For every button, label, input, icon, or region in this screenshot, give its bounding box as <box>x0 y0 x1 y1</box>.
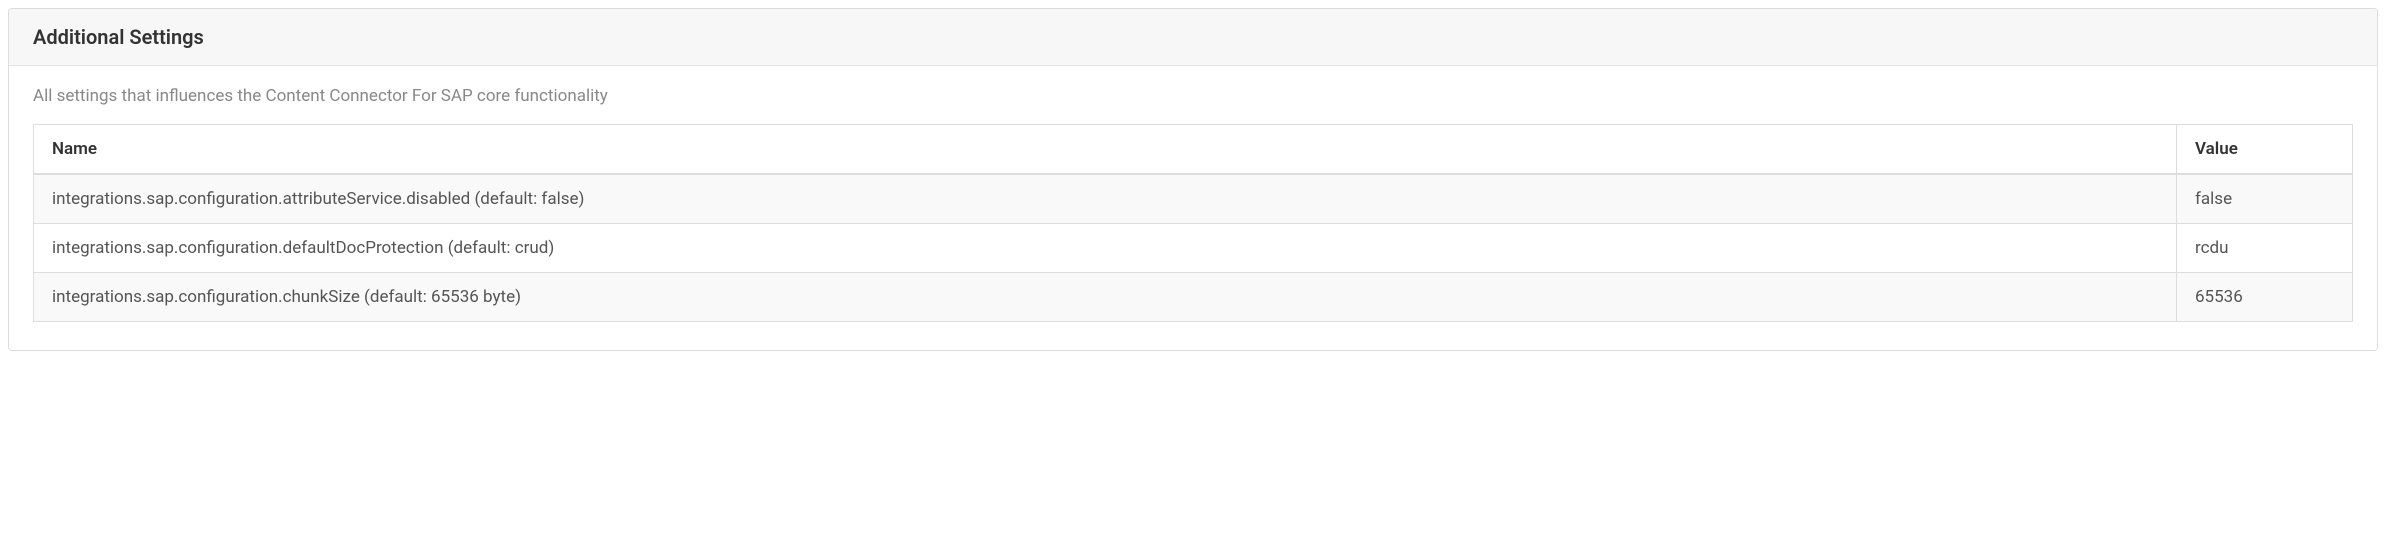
table-header-row: Name Value <box>34 125 2353 175</box>
setting-name: integrations.sap.configuration.chunkSize… <box>34 273 2177 322</box>
settings-table: Name Value integrations.sap.configuratio… <box>33 124 2353 322</box>
setting-value: rcdu <box>2177 224 2353 273</box>
setting-value: 65536 <box>2177 273 2353 322</box>
panel-title: Additional Settings <box>33 25 2353 49</box>
table-row: integrations.sap.configuration.attribute… <box>34 174 2353 224</box>
setting-value: false <box>2177 174 2353 224</box>
additional-settings-panel: Additional Settings All settings that in… <box>8 8 2378 351</box>
table-header-name: Name <box>34 125 2177 175</box>
table-row: integrations.sap.configuration.chunkSize… <box>34 273 2353 322</box>
setting-name: integrations.sap.configuration.defaultDo… <box>34 224 2177 273</box>
table-row: integrations.sap.configuration.defaultDo… <box>34 224 2353 273</box>
panel-description: All settings that influences the Content… <box>33 86 2353 106</box>
setting-name: integrations.sap.configuration.attribute… <box>34 174 2177 224</box>
panel-body: All settings that influences the Content… <box>9 66 2377 350</box>
panel-header: Additional Settings <box>9 9 2377 66</box>
table-header-value: Value <box>2177 125 2353 175</box>
